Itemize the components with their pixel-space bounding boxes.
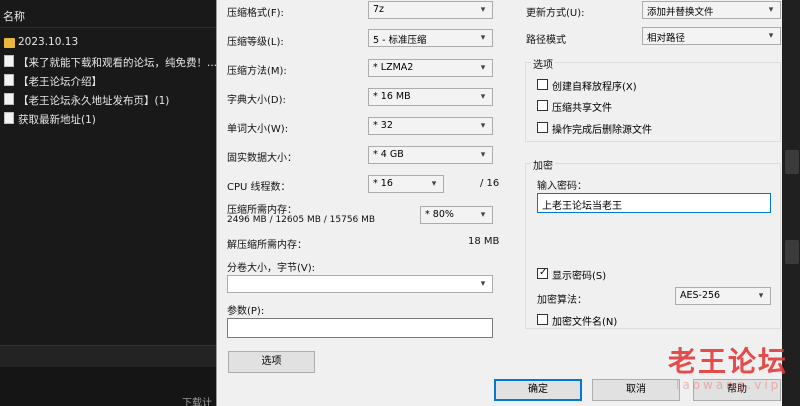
encryption-method-label: 加密算法：	[537, 295, 587, 306]
explorer-status-bar	[0, 345, 216, 367]
options-group-title: 选项	[531, 56, 555, 71]
cpu-threads-select[interactable]: * 16 ▾	[368, 175, 444, 193]
edge-mark	[785, 150, 799, 174]
dict-label: 字典大小(D):	[227, 95, 286, 106]
chevron-down-icon: ▾	[480, 121, 486, 131]
update-mode-select[interactable]: 添加并替换文件 ▾	[642, 1, 781, 19]
chevron-down-icon: ▾	[768, 5, 774, 15]
word-label: 单词大小(W):	[227, 124, 289, 135]
encryption-method-select[interactable]: AES-256 ▾	[675, 287, 771, 305]
list-item[interactable]: 【老王论坛永久地址发布页】(1)	[0, 90, 216, 109]
format-select[interactable]: 7z ▾	[368, 1, 493, 19]
password-input[interactable]: 上老王论坛当老王	[537, 193, 771, 213]
edge-mark	[785, 240, 799, 264]
file-icon	[4, 74, 14, 86]
word-select[interactable]: * 32 ▾	[368, 117, 493, 135]
file-icon	[4, 55, 14, 67]
list-item[interactable]: 【来了就能下载和观看的论坛，纯免费！...	[0, 52, 216, 71]
folder-icon	[4, 38, 15, 48]
chevron-down-icon: ▾	[480, 5, 486, 15]
chevron-down-icon: ▾	[480, 33, 486, 43]
options-button[interactable]: 选项	[228, 351, 315, 373]
method-select[interactable]: * LZMA2 ▾	[368, 59, 493, 77]
list-item[interactable]: 【老王论坛介绍】	[0, 71, 216, 90]
password-label: 输入密码：	[537, 181, 587, 192]
chevron-down-icon: ▾	[768, 31, 774, 41]
decompress-memory-value: 18 MB	[468, 236, 500, 247]
decompress-memory-label: 解压缩所需内存：	[227, 240, 307, 251]
dict-select[interactable]: * 16 MB ▾	[368, 88, 493, 106]
ok-button[interactable]: 确定	[494, 379, 582, 401]
watermark-logo: 老王论坛	[668, 345, 789, 378]
cpu-total: / 16	[480, 178, 500, 189]
file-icon	[4, 93, 14, 105]
checkmark-icon: ✓	[539, 267, 548, 278]
format-label: 压缩格式(F):	[227, 8, 284, 19]
split-volume-select[interactable]: ▾	[227, 275, 493, 293]
chevron-down-icon: ▾	[480, 150, 486, 160]
cpu-label: CPU 线程数：	[227, 182, 291, 193]
column-header-name[interactable]: 名称	[0, 0, 216, 28]
params-input[interactable]	[227, 318, 493, 338]
method-label: 压缩方法(M):	[227, 66, 287, 77]
chevron-down-icon: ▾	[431, 179, 437, 189]
path-mode-label: 路径模式	[526, 35, 566, 46]
solid-label: 固实数据大小：	[227, 153, 297, 164]
memory-label: 压缩所需内存：	[227, 205, 297, 216]
params-label: 参数(P):	[227, 306, 265, 317]
file-icon	[4, 112, 14, 124]
file-explorer-panel: 名称 2023.10.13 【来了就能下载和观看的论坛，纯免费！... 【老王论…	[0, 0, 216, 406]
update-mode-label: 更新方式(U):	[526, 8, 585, 19]
level-label: 压缩等级(L):	[227, 37, 284, 48]
memory-percent-select[interactable]: * 80% ▾	[420, 206, 493, 224]
list-item[interactable]: 2023.10.13	[0, 33, 216, 52]
encryption-group-title: 加密	[531, 157, 555, 172]
split-label: 分卷大小，字节(V):	[227, 263, 316, 274]
chevron-down-icon: ▾	[480, 279, 486, 289]
level-select[interactable]: 5 - 标准压缩 ▾	[368, 29, 493, 47]
download-label: 下载计	[182, 398, 212, 406]
chevron-down-icon: ▾	[480, 92, 486, 102]
cancel-button[interactable]: 取消	[592, 379, 680, 401]
chevron-down-icon: ▾	[480, 210, 486, 220]
memory-detail: 2496 MB / 12605 MB / 15756 MB	[227, 215, 376, 225]
solid-select[interactable]: * 4 GB ▾	[368, 146, 493, 164]
chevron-down-icon: ▾	[480, 63, 486, 73]
list-item[interactable]: 获取最新地址(1)	[0, 109, 216, 128]
watermark-url: laowang.vip	[676, 378, 782, 392]
path-mode-select[interactable]: 相对路径 ▾	[642, 27, 781, 45]
chevron-down-icon: ▾	[758, 291, 764, 301]
